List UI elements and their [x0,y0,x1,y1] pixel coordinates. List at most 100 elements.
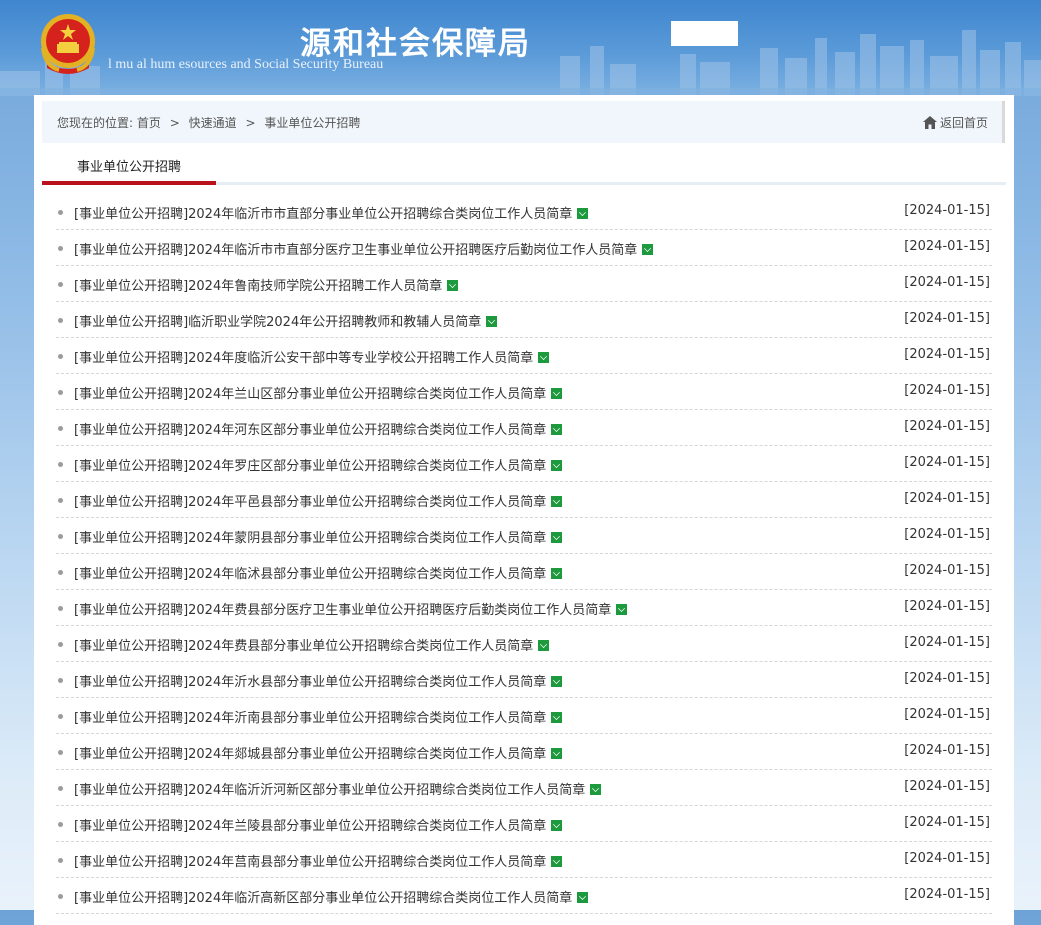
new-badge-icon [577,892,589,903]
back-home-label: 返回首页 [939,116,988,130]
article-title-link[interactable]: [事业单位公开招聘]2024年费县部分事业单位公开招聘综合类岗位工作人员简章 [74,635,550,654]
new-badge-icon [551,496,563,507]
header-banner: 源和社会保障局 l mu al hum esources and Social … [0,0,1041,96]
article-title-link[interactable]: [事业单位公开招聘]2024年兰陵县部分事业单位公开招聘综合类岗位工作人员简章 [74,815,563,834]
bullet-dot-icon [58,786,63,791]
breadcrumb-item-home[interactable]: 首页 [137,116,161,130]
bullet-dot-icon [58,822,63,827]
tab-label: 事业单位公开招聘 [76,160,181,175]
new-badge-icon [551,676,563,687]
article-title-text: [事业单位公开招聘]2024年临沭县部分事业单位公开招聘综合类岗位工作人员简章 [74,567,547,582]
article-title-text: [事业单位公开招聘]2024年兰陵县部分事业单位公开招聘综合类岗位工作人员简章 [74,819,547,834]
article-title-text: [事业单位公开招聘]临沂职业学院2024年公开招聘教师和教辅人员简章 [74,315,482,330]
bullet-dot-icon [58,390,63,395]
article-title-text: [事业单位公开招聘]2024年沂南县部分事业单位公开招聘综合类岗位工作人员简章 [74,711,547,726]
new-badge-icon [642,244,654,255]
tab-public-recruitment[interactable]: 事业单位公开招聘 [42,155,216,185]
bullet-dot-icon [58,534,63,539]
search-input[interactable] [671,21,738,46]
article-title-text: [事业单位公开招聘]2024年临沂市市直部分医疗卫生事业单位公开招聘医疗后勤岗位… [74,243,638,258]
article-title-text: [事业单位公开招聘]2024年临沂高新区部分事业单位公开招聘综合类岗位工作人员简… [74,891,573,906]
breadcrumb-item-current[interactable]: 事业单位公开招聘 [264,116,360,130]
site-title-en: l mu al hum esources and Social Security… [108,57,384,72]
new-badge-icon [590,784,602,795]
breadcrumb-prefix: 您现在的位置: [57,116,134,130]
breadcrumb-separator: > [169,116,180,130]
home-icon [922,116,937,129]
new-badge-icon [538,640,550,651]
article-date: [2024-01-15] [904,671,990,686]
new-badge-icon [616,604,628,615]
article-date: [2024-01-15] [904,707,990,722]
list-item: [事业单位公开招聘]2024年临沭县部分事业单位公开招聘综合类岗位工作人员简章 [… [56,554,992,590]
list-item: [事业单位公开招聘]2024年河东区部分事业单位公开招聘综合类岗位工作人员简章 [… [56,410,992,446]
article-title-text: [事业单位公开招聘]2024年鲁南技师学院公开招聘工作人员简章 [74,279,443,294]
article-title-link[interactable]: [事业单位公开招聘]2024年兰山区部分事业单位公开招聘综合类岗位工作人员简章 [74,383,563,402]
new-badge-icon [551,460,563,471]
article-title-link[interactable]: [事业单位公开招聘]2024年郯城县部分事业单位公开招聘综合类岗位工作人员简章 [74,743,563,762]
article-date: [2024-01-15] [904,311,990,326]
breadcrumb-separator: > [245,116,256,130]
breadcrumb-item-quick-channel[interactable]: 快速通道 [189,116,237,130]
list-item: [事业单位公开招聘]2024年临沂市市直部分医疗卫生事业单位公开招聘医疗后勤岗位… [56,230,992,266]
article-title-link[interactable]: [事业单位公开招聘]2024年临沂沂河新区部分事业单位公开招聘综合类岗位工作人员… [74,779,602,798]
article-title-link[interactable]: [事业单位公开招聘]2024年临沂市市直部分医疗卫生事业单位公开招聘医疗后勤岗位… [74,239,654,258]
article-title-link[interactable]: [事业单位公开招聘]2024年河东区部分事业单位公开招聘综合类岗位工作人员简章 [74,419,563,438]
article-title-text: [事业单位公开招聘]2024年河东区部分事业单位公开招聘综合类岗位工作人员简章 [74,423,547,438]
bullet-dot-icon [58,318,63,323]
article-title-link[interactable]: [事业单位公开招聘]2024年费县部分医疗卫生事业单位公开招聘医疗后勤类岗位工作… [74,599,628,618]
breadcrumb: 您现在的位置: 首页 > 快速通道 > 事业单位公开招聘 [57,114,360,131]
list-item: [事业单位公开招聘]2024年郯城县部分事业单位公开招聘综合类岗位工作人员简章 [… [56,734,992,770]
article-title-link[interactable]: [事业单位公开招聘]2024年莒南县部分事业单位公开招聘综合类岗位工作人员简章 [74,851,563,870]
article-title-link[interactable]: [事业单位公开招聘]2024年度临沂公安干部中等专业学校公开招聘工作人员简章 [74,347,550,366]
bullet-dot-icon [58,642,63,647]
article-title-link[interactable]: [事业单位公开招聘]2024年罗庄区部分事业单位公开招聘综合类岗位工作人员简章 [74,455,563,474]
list-item: [事业单位公开招聘]2024年平邑县部分事业单位公开招聘综合类岗位工作人员简章 [… [56,482,992,518]
article-title-link[interactable]: [事业单位公开招聘]2024年沂水县部分事业单位公开招聘综合类岗位工作人员简章 [74,671,563,690]
article-date: [2024-01-15] [904,779,990,794]
new-badge-icon [486,316,498,327]
article-title-link[interactable]: [事业单位公开招聘]2024年平邑县部分事业单位公开招聘综合类岗位工作人员简章 [74,491,563,510]
article-title-link[interactable]: [事业单位公开招聘]2024年临沭县部分事业单位公开招聘综合类岗位工作人员简章 [74,563,563,582]
article-title-link[interactable]: [事业单位公开招聘]2024年鲁南技师学院公开招聘工作人员简章 [74,275,459,294]
bullet-dot-icon [58,570,63,575]
article-title-text: [事业单位公开招聘]2024年临沂市市直部分事业单位公开招聘综合类岗位工作人员简… [74,207,573,222]
article-title-link[interactable]: [事业单位公开招聘]2024年蒙阴县部分事业单位公开招聘综合类岗位工作人员简章 [74,527,563,546]
article-title-text: [事业单位公开招聘]2024年罗庄区部分事业单位公开招聘综合类岗位工作人员简章 [74,459,547,474]
list-item: [事业单位公开招聘]2024年莒南县部分事业单位公开招聘综合类岗位工作人员简章 [… [56,842,992,878]
article-title-text: [事业单位公开招聘]2024年费县部分医疗卫生事业单位公开招聘医疗后勤类岗位工作… [74,603,612,618]
article-date: [2024-01-15] [904,527,990,542]
list-item: [事业单位公开招聘]2024年度临沂公安干部中等专业学校公开招聘工作人员简章 [2… [56,338,992,374]
article-title-text: [事业单位公开招聘]2024年平邑县部分事业单位公开招聘综合类岗位工作人员简章 [74,495,547,510]
article-title-link[interactable]: [事业单位公开招聘]2024年临沂高新区部分事业单位公开招聘综合类岗位工作人员简… [74,887,589,906]
article-date: [2024-01-15] [904,383,990,398]
article-date: [2024-01-15] [904,815,990,830]
list-item: [事业单位公开招聘]2024年临沂市市直部分事业单位公开招聘综合类岗位工作人员简… [56,194,992,230]
list-item: [事业单位公开招聘]2024年费县部分事业单位公开招聘综合类岗位工作人员简章 [2… [56,626,992,662]
article-title-link[interactable]: [事业单位公开招聘]2024年临沂市市直部分事业单位公开招聘综合类岗位工作人员简… [74,203,589,222]
article-title-link[interactable]: [事业单位公开招聘]临沂职业学院2024年公开招聘教师和教辅人员简章 [74,311,498,330]
article-title-text: [事业单位公开招聘]2024年费县部分事业单位公开招聘综合类岗位工作人员简章 [74,639,534,654]
article-date: [2024-01-15] [904,491,990,506]
article-title-text: [事业单位公开招聘]2024年蒙阴县部分事业单位公开招聘综合类岗位工作人员简章 [74,531,547,546]
article-title-link[interactable]: [事业单位公开招聘]2024年沂南县部分事业单位公开招聘综合类岗位工作人员简章 [74,707,563,726]
list-item: [事业单位公开招聘]2024年临沂高新区部分事业单位公开招聘综合类岗位工作人员简… [56,878,992,914]
list-item: [事业单位公开招聘]2024年鲁南技师学院公开招聘工作人员简章 [2024-01-… [56,266,992,302]
article-date: [2024-01-15] [904,851,990,866]
back-home-link[interactable]: 返回首页 [922,114,988,131]
bullet-dot-icon [58,462,63,467]
list-item: [事业单位公开招聘]2024年沂水县部分事业单位公开招聘综合类岗位工作人员简章 [… [56,662,992,698]
bullet-dot-icon [58,354,63,359]
bullet-dot-icon [58,714,63,719]
new-badge-icon [551,568,563,579]
article-date: [2024-01-15] [904,635,990,650]
article-date: [2024-01-15] [904,419,990,434]
bullet-dot-icon [58,210,63,215]
bullet-dot-icon [58,426,63,431]
article-date: [2024-01-15] [904,455,990,470]
list-item: [事业单位公开招聘]2024年沂南县部分事业单位公开招聘综合类岗位工作人员简章 [… [56,698,992,734]
bullet-dot-icon [58,498,63,503]
list-item: [事业单位公开招聘]2024年费县部分医疗卫生事业单位公开招聘医疗后勤类岗位工作… [56,590,992,626]
bullet-dot-icon [58,894,63,899]
article-date: [2024-01-15] [904,347,990,362]
